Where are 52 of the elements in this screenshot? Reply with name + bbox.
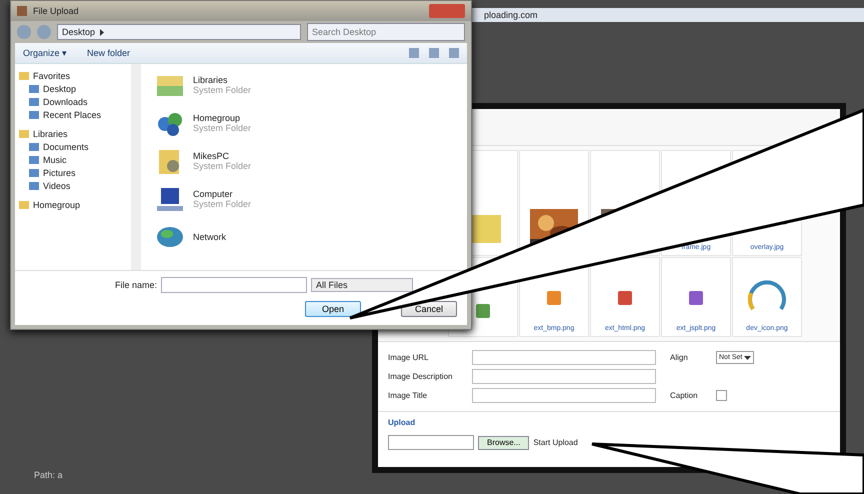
nav-item[interactable]: Pictures	[43, 168, 76, 178]
item-name[interactable]: Libraries	[193, 75, 252, 85]
file-name-field[interactable]	[161, 277, 308, 293]
text-field[interactable]	[472, 369, 656, 384]
text-field[interactable]	[472, 388, 656, 403]
search-field[interactable]: Search Desktop	[307, 23, 465, 41]
field-label: Image Title	[388, 391, 428, 400]
back-button[interactable]	[17, 25, 31, 39]
nav-item[interactable]: Recent Places	[43, 110, 102, 120]
dialog-button[interactable]: Open	[305, 301, 361, 317]
status-text: Path: a	[34, 470, 63, 480]
forward-button[interactable]	[37, 25, 51, 39]
nav-item[interactable]: Desktop	[43, 84, 76, 94]
item-type: System Folder	[193, 161, 252, 171]
item-type: System Folder	[193, 123, 252, 133]
field-label: File name:	[115, 280, 158, 290]
app-icon	[17, 6, 27, 16]
field-label: Caption	[670, 391, 699, 400]
start-upload-link[interactable]: Start Upload	[533, 438, 578, 447]
nav-item[interactable]: Favorites	[33, 70, 70, 80]
field-label: Image Description	[388, 372, 454, 381]
browse-button[interactable]: Browse...	[478, 436, 530, 450]
field-label: Image URL	[388, 353, 430, 362]
item-name[interactable]: MikesPC	[193, 151, 252, 161]
item-name[interactable]: Network	[193, 232, 226, 242]
field-label: Align	[670, 353, 689, 362]
nav-item[interactable]: Videos	[43, 180, 70, 190]
caption-checkbox[interactable]	[716, 390, 727, 401]
nav-item[interactable]: Libraries	[33, 128, 68, 138]
close-button[interactable]	[429, 4, 465, 18]
file-type-dropdown[interactable]: All Files	[311, 278, 414, 292]
caret-icon	[744, 354, 752, 361]
item-name[interactable]: Computer	[193, 189, 252, 199]
item-name[interactable]: Homegroup	[193, 113, 252, 123]
page-title: ploading.com	[484, 10, 538, 20]
nav-item[interactable]: Documents	[43, 142, 89, 152]
item-type: System Folder	[193, 85, 252, 95]
view-icon[interactable]	[409, 48, 419, 58]
window-title: File Upload	[33, 6, 79, 16]
nav-item[interactable]: Music	[43, 154, 67, 164]
item-type: System Folder	[193, 199, 252, 209]
upload-heading[interactable]: Upload	[378, 411, 840, 433]
nav-item[interactable]: Homegroup	[33, 200, 80, 210]
nav-item[interactable]: Downloads	[43, 96, 88, 106]
help-icon[interactable]	[449, 48, 459, 58]
chevron-icon	[99, 28, 106, 36]
preview-pane-icon[interactable]	[429, 48, 439, 58]
toolbar-button[interactable]: New folder	[87, 48, 130, 58]
text-field[interactable]	[472, 350, 656, 365]
toolbar-button[interactable]: Organize ▾	[23, 48, 68, 58]
address-bar[interactable]: Desktop	[57, 24, 301, 40]
file-path-field[interactable]	[388, 435, 474, 450]
